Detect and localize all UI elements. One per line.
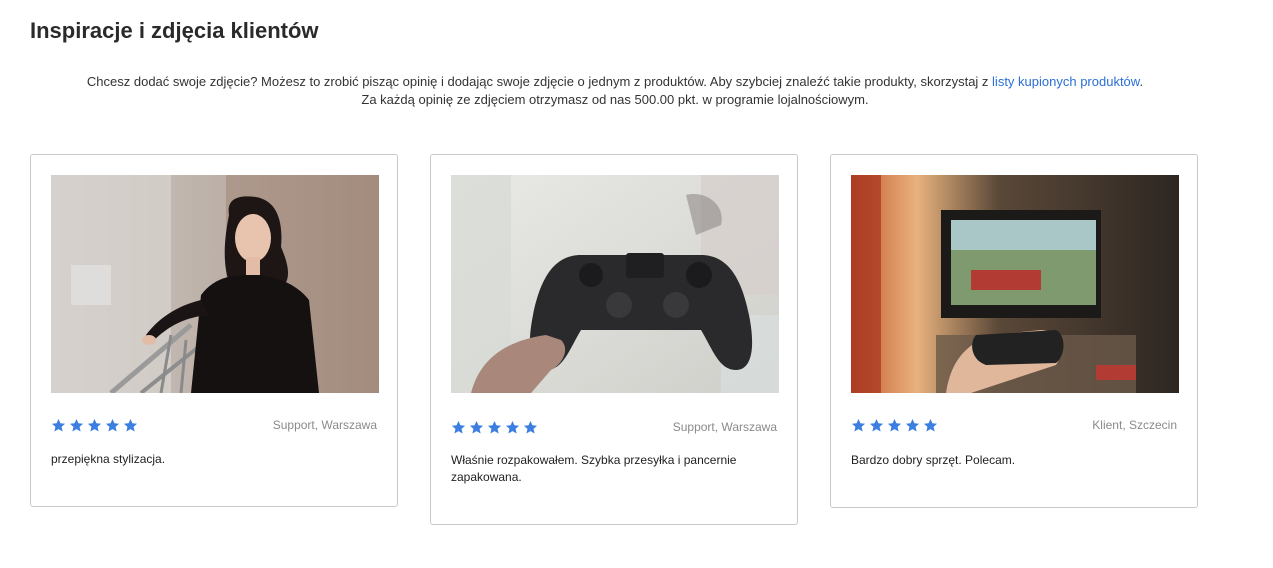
- review-text: Bardzo dobry sprzęt. Polecam.: [851, 453, 1016, 467]
- rating-stars: [851, 418, 938, 433]
- review-card[interactable]: Support, Warszawa Właśnie rozpakowałem. …: [430, 154, 798, 525]
- star-icon: [69, 418, 84, 433]
- woman-portrait-photo: [51, 175, 379, 393]
- review-text: Właśnie rozpakowałem. Szybka przesyłka i…: [451, 453, 737, 484]
- review-card[interactable]: Klient, Szczecin Bardzo dobry sprzęt. Po…: [830, 154, 1198, 508]
- review-author: Support, Warszawa: [672, 420, 777, 434]
- intro-line-1-suffix: .: [1139, 74, 1144, 89]
- review-card[interactable]: Support, Warszawa przepiękna stylizacja.: [30, 154, 398, 507]
- review-author: Klient, Szczecin: [1092, 418, 1177, 432]
- star-icon: [451, 420, 466, 435]
- star-icon: [905, 418, 920, 433]
- star-icon: [505, 420, 520, 435]
- star-icon: [869, 418, 884, 433]
- star-icon: [487, 420, 502, 435]
- purchased-products-link[interactable]: listy kupionych produktów: [992, 74, 1139, 89]
- rating-stars: [51, 418, 138, 433]
- intro-line-1: Chcesz dodać swoje zdjęcie? Możesz to zr…: [0, 73, 1230, 91]
- gamepad-photo: [451, 175, 779, 393]
- star-icon: [469, 420, 484, 435]
- star-icon: [887, 418, 902, 433]
- intro-line-1-prefix: Chcesz dodać swoje zdjęcie? Możesz to zr…: [86, 74, 993, 89]
- review-photo[interactable]: [851, 175, 1179, 393]
- review-photo[interactable]: [51, 175, 379, 393]
- star-icon: [51, 418, 66, 433]
- star-icon: [105, 418, 120, 433]
- star-icon: [123, 418, 138, 433]
- star-icon: [523, 420, 538, 435]
- page-title: Inspiracje i zdjęcia klientów: [30, 18, 319, 43]
- review-author: Support, Warszawa: [272, 418, 377, 432]
- review-photo[interactable]: [451, 175, 779, 393]
- star-icon: [923, 418, 938, 433]
- intro-line-2: Za każdą opinię ze zdjęciem otrzymasz od…: [361, 92, 869, 107]
- star-icon: [851, 418, 866, 433]
- tv-gaming-photo: [851, 175, 1179, 393]
- intro-text: Chcesz dodać swoje zdjęcie? Możesz to zr…: [0, 73, 1230, 109]
- review-text: przepiękna stylizacja.: [51, 452, 166, 466]
- star-icon: [87, 418, 102, 433]
- rating-stars: [451, 420, 538, 435]
